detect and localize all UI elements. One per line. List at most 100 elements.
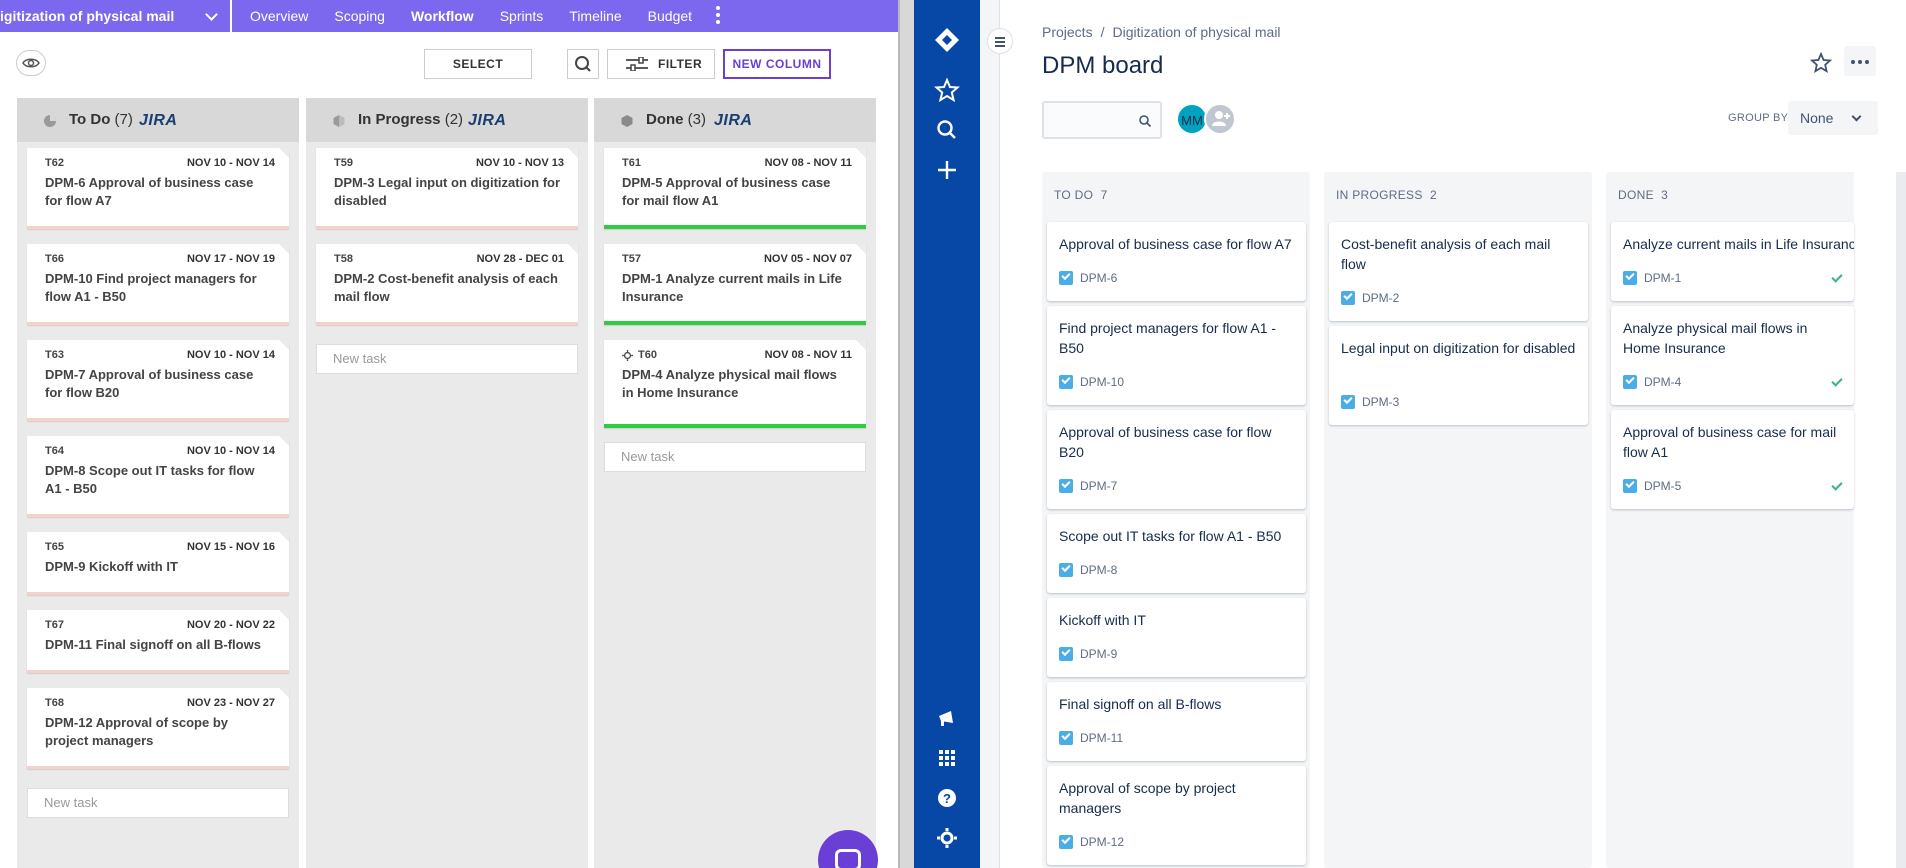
task-type-icon [1059, 478, 1073, 493]
task-dates: NOV 28 - DEC 01 [476, 253, 564, 265]
issue-card[interactable]: Find project managers for flow A1 - B50 D… [1047, 306, 1306, 405]
breadcrumb-projects[interactable]: Projects [1042, 24, 1093, 40]
issue-card[interactable]: Analyze current mails in Life Insurance D… [1611, 222, 1854, 301]
column-header: TO DO 7 [1054, 188, 1108, 202]
window-splitter[interactable] [898, 0, 914, 868]
tab-overview[interactable]: Overview [250, 0, 308, 32]
issue-title: Approval of business case for flow B20 [1059, 424, 1272, 460]
status-in-progress-icon [333, 115, 345, 127]
issue-card[interactable]: Final signoff on all B-flows DPM-11 [1047, 682, 1306, 761]
expand-sidebar-button[interactable] [987, 28, 1013, 54]
task-id: T62 [45, 157, 64, 169]
jira-global-sidebar: ? [914, 0, 980, 868]
new-task-input[interactable]: New task [27, 788, 289, 818]
more-vertical-icon[interactable] [716, 6, 720, 26]
help-icon[interactable]: ? [933, 784, 961, 812]
megaphone-icon[interactable] [933, 704, 961, 732]
status-done-icon [621, 115, 633, 127]
issue-card[interactable]: Approval of business case for flow B20 DP… [1047, 410, 1306, 509]
tab-budget[interactable]: Budget [648, 0, 692, 32]
create-icon[interactable] [933, 156, 961, 184]
star-icon[interactable] [1810, 52, 1832, 74]
chat-icon [835, 849, 861, 868]
tab-sprints[interactable]: Sprints [500, 0, 544, 32]
task-card[interactable]: T62 NOV 10 - NOV 14 DPM-6 Approval of busi… [27, 148, 289, 229]
new-task-input[interactable]: New task [316, 344, 578, 374]
issue-title: Kickoff with IT [1059, 612, 1146, 628]
task-card[interactable]: T65 NOV 15 - NOV 16 DPM-9 Kickoff with IT [27, 532, 289, 595]
task-title: DPM-12 Approval of scope by project mana… [45, 715, 228, 748]
search-icon[interactable] [933, 116, 961, 144]
done-check-icon [1831, 375, 1843, 387]
status-bar [604, 424, 866, 428]
issue-card[interactable]: Legal input on digitization for disabled… [1329, 326, 1588, 425]
task-dates: NOV 23 - NOV 27 [186, 697, 275, 709]
issue-title: Approval of business case for flow A7 [1059, 236, 1292, 252]
issue-card[interactable]: Approval of scope by project managers DPM… [1047, 766, 1306, 865]
status-bar [27, 592, 289, 595]
issue-card[interactable]: Cost-benefit analysis of each mail flow D… [1329, 222, 1588, 321]
task-card[interactable]: T64 NOV 10 - NOV 14 DPM-8 Scope out IT tas… [27, 436, 289, 517]
search-button[interactable] [567, 49, 599, 79]
issue-title: Analyze physical mail flows in Home Insu… [1623, 320, 1808, 356]
task-card[interactable]: T67 NOV 20 - NOV 22 DPM-11 Final signoff o… [27, 610, 289, 673]
task-card[interactable]: T60 NOV 08 - NOV 11 DPM-4 Analyze physical… [604, 340, 866, 428]
task-dates: NOV 10 - NOV 14 [186, 157, 275, 169]
jira-column-todo: TO DO 7 Approval of business case for fl… [1042, 172, 1310, 868]
tab-workflow[interactable]: Workflow [411, 0, 474, 32]
task-type-icon [1059, 374, 1073, 389]
chevron-down-icon [205, 8, 218, 21]
vertical-scrollbar[interactable] [1896, 172, 1906, 868]
app-switcher-icon[interactable] [933, 744, 961, 772]
filter-label: FILTER [658, 57, 703, 71]
group-by-select[interactable]: None [1788, 101, 1878, 135]
tab-scoping[interactable]: Scoping [334, 0, 385, 32]
select-button[interactable]: SELECT [424, 49, 532, 79]
project-selector[interactable]: igitization of physical mail [0, 0, 232, 32]
add-people-button[interactable] [1204, 103, 1236, 135]
task-type-icon [1059, 562, 1073, 577]
filter-button[interactable]: FILTER [607, 49, 715, 79]
column-todo: To Do (7) JIRA T62 NOV 10 - NOV 14 DPM-6 A… [17, 98, 299, 868]
issue-card[interactable]: Approval of business case for mail flow … [1611, 410, 1854, 509]
breadcrumb-project[interactable]: Digitization of physical mail [1112, 24, 1280, 40]
eye-icon [22, 58, 40, 68]
issue-card[interactable]: Scope out IT tasks for flow A1 - B50 DPM-… [1047, 514, 1306, 593]
column-header: Done (3) JIRA [594, 98, 876, 142]
task-card[interactable]: T68 NOV 23 - NOV 27 DPM-12 Approval of sco… [27, 688, 289, 769]
task-id: T64 [45, 445, 64, 457]
task-title: DPM-1 Analyze current mails in Life Insu… [622, 271, 842, 304]
search-icon [1139, 115, 1152, 128]
more-actions-button[interactable] [1844, 46, 1876, 76]
task-title: DPM-7 Approval of business case for flow… [45, 367, 254, 400]
visibility-toggle[interactable] [16, 50, 46, 76]
issue-title: Final signoff on all B-flows [1059, 696, 1222, 712]
tab-timeline[interactable]: Timeline [569, 0, 621, 32]
task-dates: NOV 10 - NOV 14 [186, 349, 275, 361]
board-search-input[interactable] [1042, 101, 1162, 139]
column-header: In Progress (2) JIRA [306, 98, 588, 142]
settings-gear-icon[interactable] [933, 824, 961, 852]
task-card[interactable]: T58 NOV 28 - DEC 01 DPM-2 Cost-benefit ana… [316, 244, 578, 325]
column-title: Done (3) [646, 111, 707, 128]
new-task-input[interactable]: New task [604, 442, 866, 472]
status-bar [27, 766, 289, 769]
task-dates: NOV 17 - NOV 19 [186, 253, 275, 265]
task-card[interactable]: T63 NOV 10 - NOV 14 DPM-7 Approval of busi… [27, 340, 289, 421]
task-card[interactable]: T66 NOV 17 - NOV 19 DPM-10 Find project ma… [27, 244, 289, 325]
new-column-button[interactable]: NEW COLUMN [723, 49, 831, 79]
issue-card[interactable]: Analyze physical mail flows in Home Insu… [1611, 306, 1854, 405]
task-title: DPM-5 Approval of business case for mail… [622, 175, 831, 208]
task-card[interactable]: T61 NOV 08 - NOV 11 DPM-5 Approval of busi… [604, 148, 866, 229]
issue-card[interactable]: Approval of business case for flow A7 DPM… [1047, 222, 1306, 301]
issue-card[interactable]: Kickoff with IT DPM-9 [1047, 598, 1306, 677]
task-id: T58 [334, 253, 353, 265]
task-card[interactable]: T59 NOV 10 - NOV 13 DPM-3 Legal input on d… [316, 148, 578, 229]
task-type-icon [1059, 730, 1073, 745]
issue-key: DPM-2 [1341, 290, 1399, 305]
star-icon[interactable] [933, 76, 961, 104]
task-card[interactable]: T57 NOV 05 - NOV 07 DPM-1 Analyze current … [604, 244, 866, 325]
status-bar [316, 322, 578, 325]
status-bar [27, 418, 289, 421]
jira-logo-icon[interactable] [933, 26, 961, 54]
